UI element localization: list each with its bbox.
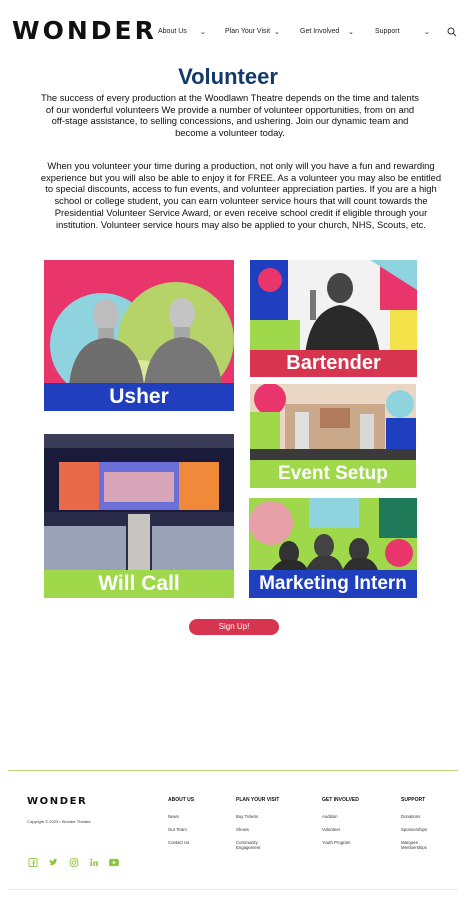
footer-divider bbox=[8, 770, 458, 771]
tile-will-call-label: Will Call bbox=[44, 570, 234, 598]
tile-event-setup[interactable]: Event Setup bbox=[250, 384, 416, 488]
nav-get-involved-label: Get Involved bbox=[300, 28, 340, 35]
footer-link-contact-us[interactable]: Contact Us bbox=[168, 840, 208, 845]
search-icon[interactable] bbox=[447, 27, 457, 37]
footer-link-donations[interactable]: Donations bbox=[401, 814, 441, 819]
footer-link-news[interactable]: News bbox=[168, 814, 208, 819]
footer-link-community-engagement[interactable]: Community Engagement bbox=[236, 840, 276, 850]
nav-support-label: Support bbox=[375, 28, 400, 35]
tile-marketing-intern-label: Marketing Intern bbox=[249, 570, 417, 598]
sign-up-button[interactable]: Sign Up! bbox=[189, 619, 279, 635]
tile-bartender-label: Bartender bbox=[250, 350, 417, 377]
tile-will-call[interactable]: Will Call bbox=[44, 434, 234, 598]
tile-marketing-intern[interactable]: Marketing Intern bbox=[249, 498, 417, 598]
footer-column-plan-your-visit: PLAN YOUR VISIT Buy Tickets Shows Commun… bbox=[236, 797, 279, 858]
footer-link-shows[interactable]: Shows bbox=[236, 827, 276, 832]
footer-link-sponsorships[interactable]: Sponsorships bbox=[401, 827, 441, 832]
footer-link-buy-tickets[interactable]: Buy Tickets bbox=[236, 814, 276, 819]
tile-usher[interactable]: Usher bbox=[44, 260, 234, 411]
footer-heading: PLAN YOUR VISIT bbox=[236, 797, 280, 803]
footer-column-about-us: ABOUT US News Our Team Contact Us bbox=[168, 797, 208, 853]
twitter-icon[interactable] bbox=[48, 858, 58, 867]
footer-heading: SUPPORT bbox=[401, 797, 426, 803]
footer-link-audition[interactable]: Audition bbox=[322, 814, 362, 819]
footer-link-volunteer[interactable]: Volunteer bbox=[322, 827, 362, 832]
chevron-down-icon[interactable]: ⌄ bbox=[348, 28, 354, 36]
footer-heading: ABOUT US bbox=[168, 797, 195, 803]
footer-link-our-team[interactable]: Our Team bbox=[168, 827, 208, 832]
tile-usher-label: Usher bbox=[44, 383, 234, 411]
linkedin-icon[interactable] bbox=[89, 858, 99, 867]
nav-get-involved[interactable]: Get Involved bbox=[300, 28, 339, 35]
nav-plan-your-visit[interactable]: Plan Your Visit bbox=[225, 28, 270, 35]
page-title: Volunteer bbox=[178, 64, 278, 89]
instagram-icon[interactable] bbox=[69, 858, 79, 867]
footer-heading: GET INVOLVED bbox=[322, 797, 359, 803]
facebook-icon[interactable] bbox=[28, 858, 38, 867]
footer-column-get-involved: GET INVOLVED Audition Volunteer Youth Pr… bbox=[322, 797, 362, 853]
chevron-down-icon[interactable]: ⌄ bbox=[200, 28, 206, 36]
intro-paragraph: The success of every production at the W… bbox=[40, 92, 419, 139]
chevron-down-icon[interactable]: ⌄ bbox=[424, 28, 430, 36]
site-header: WONDER About Us ⌄ Plan Your Visit ⌄ Get … bbox=[0, 0, 470, 64]
nav-support[interactable]: Support bbox=[375, 28, 400, 35]
tile-bartender[interactable]: Bartender bbox=[250, 260, 417, 377]
footer-column-support: SUPPORT Donations Sponsorships Marquee M… bbox=[401, 797, 441, 858]
footer-link-youth-program[interactable]: Youth Program bbox=[322, 840, 362, 845]
chevron-down-icon[interactable]: ⌄ bbox=[274, 28, 280, 36]
footer-logo[interactable]: WONDER bbox=[27, 796, 87, 807]
nav-about-us[interactable]: About Us bbox=[158, 28, 187, 35]
details-paragraph: When you volunteer your time during a pr… bbox=[40, 160, 442, 230]
copyright-text: Copyright © 2023 • Wonder Theatre bbox=[27, 819, 91, 824]
site-logo[interactable]: WONDER bbox=[12, 16, 157, 45]
nav-plan-your-visit-label: Plan Your Visit bbox=[225, 28, 271, 35]
youtube-icon[interactable] bbox=[108, 858, 120, 867]
footer-link-marquee-memberships[interactable]: Marquee Memberships bbox=[401, 840, 441, 850]
footer-bottom-divider bbox=[8, 889, 458, 890]
nav-about-us-label: About Us bbox=[158, 28, 187, 35]
tile-event-setup-label: Event Setup bbox=[250, 460, 416, 488]
